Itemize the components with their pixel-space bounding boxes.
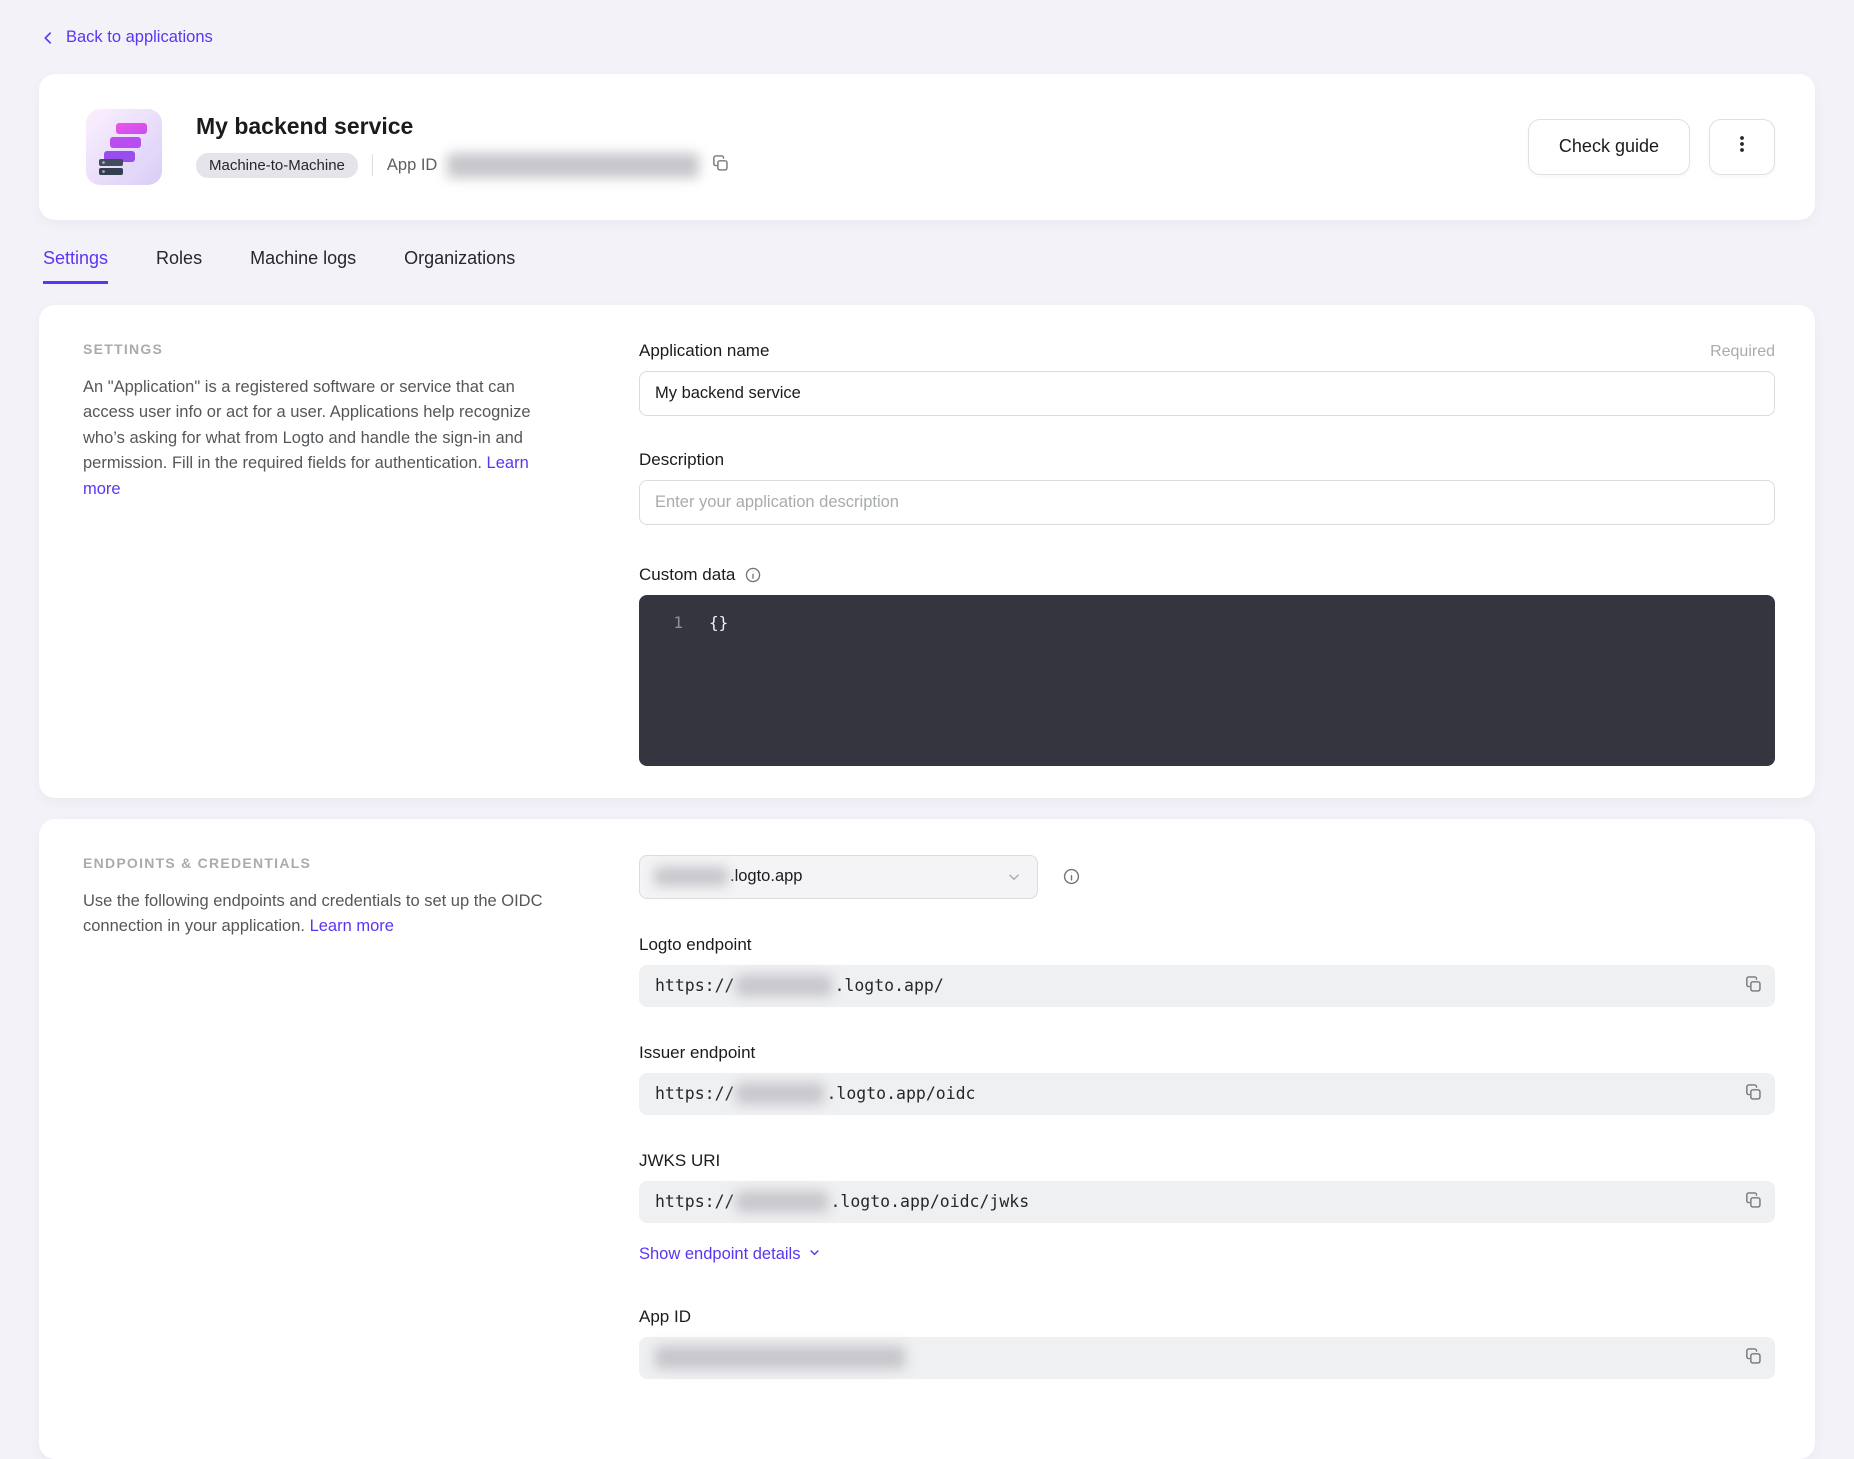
domain-info-icon[interactable]: [1062, 867, 1081, 886]
tab-roles[interactable]: Roles: [156, 248, 202, 284]
redacted-tenant-id: [736, 1191, 828, 1212]
app-id-field: App ID: [639, 1307, 1775, 1379]
app-tabs: Settings Roles Machine logs Organization…: [39, 248, 1815, 284]
tab-organizations[interactable]: Organizations: [404, 248, 515, 284]
app-icon: [86, 109, 162, 185]
copy-icon: [1744, 1191, 1763, 1213]
endpoint-url-prefix: https://: [655, 976, 734, 995]
app-header-info: My backend service Machine-to-Machine Ap…: [196, 113, 734, 180]
jwks-uri-value: https:// .logto.app/oidc/jwks: [639, 1181, 1775, 1223]
copy-icon: [1744, 1347, 1763, 1369]
meta-divider: [372, 154, 373, 176]
app-type-badge: Machine-to-Machine: [196, 153, 358, 178]
endpoints-learn-more-link[interactable]: Learn more: [310, 917, 394, 935]
app-title: My backend service: [196, 113, 734, 139]
copy-app-id-button[interactable]: [707, 150, 734, 180]
show-endpoint-details-link[interactable]: Show endpoint details: [639, 1245, 822, 1265]
issuer-endpoint-label: Issuer endpoint: [639, 1043, 755, 1063]
tab-machine-logs[interactable]: Machine logs: [250, 248, 356, 284]
application-name-input[interactable]: [639, 371, 1775, 416]
jwks-uri-field: JWKS URI https:// .logto.app/oidc/jwks: [639, 1151, 1775, 1223]
endpoints-section-title: ENDPOINTS & CREDENTIALS: [83, 855, 553, 871]
chevron-down-icon: [807, 1245, 822, 1265]
domain-select[interactable]: .logto.app: [639, 855, 1038, 899]
copy-issuer-endpoint-button[interactable]: [1740, 1079, 1767, 1109]
app-id-label: App ID: [387, 156, 437, 175]
redacted-tenant-id: [736, 1083, 824, 1104]
endpoint-url-suffix: .logto.app/oidc: [826, 1084, 975, 1103]
copy-app-id-value-button[interactable]: [1740, 1343, 1767, 1373]
endpoint-url-prefix: https://: [655, 1084, 734, 1103]
endpoints-section-intro: ENDPOINTS & CREDENTIALS Use the followin…: [83, 855, 553, 1379]
info-icon[interactable]: [744, 566, 762, 584]
app-id-redacted-value: [447, 153, 699, 178]
settings-description-text: An "Application" is a registered softwar…: [83, 378, 531, 473]
show-endpoint-details-label: Show endpoint details: [639, 1245, 800, 1264]
custom-data-field: Custom data 1 {}: [639, 565, 1775, 766]
endpoints-section-card: ENDPOINTS & CREDENTIALS Use the followin…: [39, 819, 1815, 1459]
required-hint: Required: [1710, 343, 1775, 361]
redacted-app-id: [655, 1346, 905, 1369]
endpoints-section-description: Use the following endpoints and credenti…: [83, 889, 553, 940]
custom-data-code-editor[interactable]: 1 {}: [639, 595, 1775, 766]
application-name-field: Application name Required: [639, 341, 1775, 416]
chevron-left-icon: [39, 29, 57, 47]
tab-settings[interactable]: Settings: [43, 248, 108, 284]
custom-data-label: Custom data: [639, 565, 735, 585]
app-header-card: My backend service Machine-to-Machine Ap…: [39, 74, 1815, 220]
endpoints-form: .logto.app Logto endpoint https:// .logt…: [639, 855, 1775, 1379]
issuer-endpoint-field: Issuer endpoint https:// .logto.app/oidc: [639, 1043, 1775, 1115]
app-meta-row: Machine-to-Machine App ID: [196, 150, 734, 180]
header-actions: Check guide: [1528, 119, 1775, 175]
endpoint-url-suffix: .logto.app/: [834, 976, 943, 995]
endpoint-url-prefix: https://: [655, 1192, 734, 1211]
kebab-menu-icon: [1732, 134, 1752, 159]
domain-row: .logto.app: [639, 855, 1775, 899]
chevron-down-icon: [1005, 868, 1023, 886]
app-id-value: [639, 1337, 1775, 1379]
check-guide-label: Check guide: [1559, 136, 1659, 156]
redacted-tenant-id: [736, 975, 832, 996]
logto-endpoint-label: Logto endpoint: [639, 935, 752, 955]
editor-line-number: 1: [639, 611, 683, 635]
app-id-field-label: App ID: [639, 1307, 691, 1327]
copy-logto-endpoint-button[interactable]: [1740, 971, 1767, 1001]
editor-code-content: {}: [709, 611, 728, 635]
endpoint-url-suffix: .logto.app/oidc/jwks: [830, 1192, 1029, 1211]
description-label: Description: [639, 450, 724, 470]
domain-select-value: .logto.app: [730, 867, 802, 886]
copy-icon: [711, 154, 730, 176]
settings-section-description: An "Application" is a registered softwar…: [83, 375, 553, 503]
application-detail-page: Back to applications: [0, 0, 1854, 1459]
copy-jwks-uri-button[interactable]: [1740, 1187, 1767, 1217]
jwks-uri-label: JWKS URI: [639, 1151, 720, 1171]
settings-section-title: SETTINGS: [83, 341, 553, 357]
more-actions-button[interactable]: [1709, 119, 1775, 175]
copy-icon: [1744, 1083, 1763, 1105]
logto-endpoint-field: Logto endpoint https:// .logto.app/: [639, 935, 1775, 1007]
check-guide-button[interactable]: Check guide: [1528, 119, 1690, 175]
logto-endpoint-value: https:// .logto.app/: [639, 965, 1775, 1007]
description-input[interactable]: [639, 480, 1775, 525]
copy-icon: [1744, 975, 1763, 997]
back-link-label: Back to applications: [66, 28, 213, 47]
redacted-tenant-prefix: [654, 867, 728, 886]
application-name-label: Application name: [639, 341, 769, 361]
issuer-endpoint-value: https:// .logto.app/oidc: [639, 1073, 1775, 1115]
settings-section-intro: SETTINGS An "Application" is a registere…: [83, 341, 553, 766]
description-field: Description: [639, 450, 1775, 525]
back-to-applications-link[interactable]: Back to applications: [39, 28, 213, 47]
settings-section-card: SETTINGS An "Application" is a registere…: [39, 305, 1815, 798]
settings-form: Application name Required Description Cu…: [639, 341, 1775, 766]
